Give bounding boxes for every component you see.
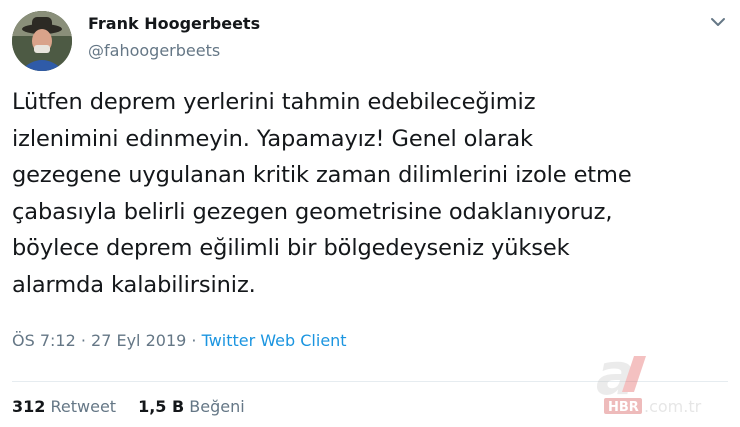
tweet-client-link[interactable]: Twitter Web Client — [202, 331, 347, 350]
tweet-time[interactable]: ÖS 7:12 — [12, 331, 76, 350]
tweet-date[interactable]: 27 Eyl 2019 — [91, 331, 186, 350]
retweets-stat[interactable]: 312 Retweet — [12, 397, 116, 416]
chevron-down-icon[interactable] — [706, 12, 730, 32]
likes-stat[interactable]: 1,5 B Beğeni — [138, 397, 245, 416]
author-handle[interactable]: @fahoogerbeets — [88, 41, 220, 60]
hbr-watermark-logo: a HBR .com.tr — [594, 340, 734, 420]
profile-photo-icon — [12, 11, 72, 71]
tweet-meta: ÖS 7:12 · 27 Eyl 2019 · Twitter Web Clie… — [12, 331, 347, 350]
meta-separator: · — [75, 331, 92, 350]
svg-text:HBR: HBR — [608, 400, 639, 415]
author-name[interactable]: Frank Hoogerbeets — [88, 14, 260, 33]
author-avatar[interactable] — [12, 11, 72, 71]
retweets-label: Retweet — [50, 397, 117, 416]
tweet-text: Lütfen deprem yerlerini tahmin edebilece… — [12, 89, 632, 298]
likes-count: 1,5 B — [138, 397, 185, 416]
likes-label: Beğeni — [189, 397, 245, 416]
tweet-stats: 312 Retweet 1,5 B Beğeni — [12, 397, 245, 416]
retweets-count: 312 — [12, 397, 46, 416]
svg-text:.com.tr: .com.tr — [644, 397, 702, 416]
meta-separator-2: · — [186, 331, 202, 350]
